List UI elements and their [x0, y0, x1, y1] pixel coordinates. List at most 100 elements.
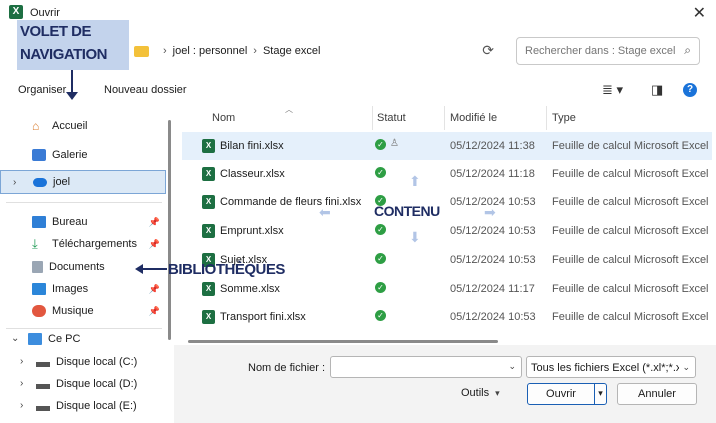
preview-pane-icon[interactable]: ◨ — [651, 82, 663, 98]
file-name: Classeur.xlsx — [220, 168, 285, 180]
pin-icon[interactable]: 📌 — [149, 306, 160, 317]
breadcrumb-item-stage-excel[interactable]: Stage excel — [263, 45, 320, 57]
table-row[interactable]: X Bilan fini.xlsx ✓ ♙ 05/12/2024 11:38 F… — [182, 132, 712, 160]
gallery-icon — [32, 149, 46, 161]
filename-input[interactable] — [337, 360, 505, 374]
table-row[interactable]: X Classeur.xlsx ✓ 05/12/2024 11:18 Feuil… — [182, 160, 712, 188]
open-dropdown-icon[interactable]: ▾ — [594, 383, 606, 405]
nav-item-desktop[interactable]: Bureau 📌 — [0, 210, 166, 234]
excel-icon: X — [9, 5, 23, 19]
nav-item-drive-d[interactable]: › Disque local (D:) — [0, 372, 166, 396]
chevron-right-icon[interactable]: › — [13, 177, 16, 188]
organize-button[interactable]: Organiser — [18, 84, 66, 96]
column-separator[interactable] — [444, 106, 445, 130]
cancel-button[interactable]: Annuler — [617, 383, 697, 405]
arrow-up-icon: ⬆ — [409, 173, 421, 189]
table-row[interactable]: X Emprunt.xlsx ✓ 05/12/2024 10:53 Feuill… — [182, 217, 712, 245]
chevron-down-icon[interactable]: ⌄ — [11, 333, 19, 344]
file-date: 05/12/2024 10:53 — [450, 254, 536, 266]
annotation-nav-line2: NAVIGATION — [20, 46, 107, 63]
file-type-value: Tous les fichiers Excel (*.xl*;*.xlsx — [531, 362, 679, 374]
file-type: Feuille de calcul Microsoft Excel — [552, 168, 709, 180]
synced-status-icon: ✓ — [375, 310, 386, 321]
excel-file-icon: X — [202, 224, 215, 238]
scrollbar-thumb[interactable] — [168, 120, 171, 340]
annotation-arrow — [143, 268, 167, 270]
file-type: Feuille de calcul Microsoft Excel — [552, 283, 709, 295]
desktop-icon — [32, 216, 46, 228]
search-input[interactable] — [525, 43, 675, 59]
chevron-right-icon: › — [163, 45, 167, 57]
new-folder-button[interactable]: Nouveau dossier — [104, 84, 187, 96]
nav-item-drive-c[interactable]: › Disque local (C:) — [0, 350, 166, 374]
nav-item-downloads[interactable]: ⤓ Téléchargements 📌 — [0, 232, 166, 256]
annotation-nav-line1: VOLET DE — [20, 23, 92, 40]
synced-status-icon: ✓ — [375, 224, 386, 235]
pin-icon[interactable]: 📌 — [149, 284, 160, 295]
open-label: Ouvrir — [546, 388, 576, 400]
file-type-select[interactable]: Tous les fichiers Excel (*.xl*;*.xlsx ⌄ — [526, 356, 696, 378]
tools-menu[interactable]: Outils ▾ — [461, 387, 500, 399]
nav-item-label: Galerie — [52, 149, 88, 161]
column-header-status[interactable]: Statut — [377, 106, 406, 130]
nav-item-this-pc[interactable]: ⌄ Ce PC — [0, 327, 166, 351]
nav-item-label: Téléchargements — [52, 238, 137, 250]
drive-icon — [36, 405, 50, 411]
column-header-name[interactable]: Nom — [212, 106, 235, 130]
nav-item-label: Accueil — [52, 120, 88, 132]
breadcrumb[interactable]: › joel : personnel › Stage excel ⟳ — [128, 37, 506, 65]
close-icon[interactable]: ✕ — [693, 3, 706, 23]
chevron-down-icon: ▾ — [495, 388, 500, 398]
table-row[interactable]: X Transport fini.xlsx ✓ 05/12/2024 10:53… — [182, 303, 712, 331]
view-menu-icon[interactable]: ≣ ▾ — [602, 82, 623, 98]
cloud-icon — [33, 177, 47, 187]
annotation-libraries: BIBLIOTHÈQUES — [168, 261, 285, 278]
nav-item-home[interactable]: ⌂ Accueil — [0, 114, 166, 138]
column-separator[interactable] — [546, 106, 547, 130]
filename-field[interactable]: ⌄ — [330, 356, 522, 378]
navigation-pane: ⌂ Accueil Galerie › joel Bureau 📌 ⤓ Télé… — [0, 106, 174, 423]
chevron-down-icon[interactable]: ⌄ — [682, 362, 690, 373]
chevron-right-icon[interactable]: › — [20, 400, 23, 411]
nav-item-joel[interactable]: › joel — [0, 170, 166, 194]
home-icon: ⌂ — [32, 119, 40, 133]
chevron-right-icon[interactable]: › — [20, 378, 23, 389]
help-icon[interactable]: ? — [683, 83, 697, 97]
arrow-right-icon: ➡ — [484, 204, 496, 220]
column-separator[interactable] — [372, 106, 373, 130]
file-type: Feuille de calcul Microsoft Excel — [552, 311, 709, 323]
column-header-modified[interactable]: Modifié le — [450, 106, 497, 130]
pin-icon[interactable]: 📌 — [149, 217, 160, 228]
shared-person-icon: ♙ — [390, 138, 399, 149]
chevron-down-icon[interactable]: ⌄ — [508, 361, 516, 372]
nav-item-gallery[interactable]: Galerie — [0, 143, 166, 167]
nav-item-label: Bureau — [52, 216, 88, 228]
refresh-icon[interactable]: ⟳ — [482, 42, 494, 59]
breadcrumb-item-personal[interactable]: joel : personnel — [173, 45, 248, 57]
search-box[interactable]: ⌕ — [516, 37, 700, 65]
nav-item-music[interactable]: Musique 📌 — [0, 299, 166, 323]
chevron-right-icon[interactable]: › — [20, 356, 23, 367]
tools-label: Outils — [461, 387, 490, 399]
nav-item-label: Images — [52, 283, 89, 295]
synced-status-icon: ✓ — [375, 253, 386, 264]
drive-icon — [36, 383, 50, 389]
horizontal-scrollbar[interactable] — [182, 338, 712, 344]
file-name: Transport fini.xlsx — [220, 311, 306, 323]
pin-icon[interactable]: 📌 — [149, 239, 160, 250]
scrollbar-thumb[interactable] — [188, 340, 498, 343]
file-type: Feuille de calcul Microsoft Excel — [552, 254, 709, 266]
annotation-arrowhead — [135, 264, 143, 274]
search-icon[interactable]: ⌕ — [684, 43, 691, 58]
column-header-type[interactable]: Type — [552, 106, 576, 130]
excel-file-icon: X — [202, 139, 215, 153]
nav-item-pictures[interactable]: Images 📌 — [0, 277, 166, 301]
file-date: 05/12/2024 11:17 — [450, 283, 535, 295]
nav-item-label: Documents — [49, 261, 105, 273]
excel-file-icon: X — [202, 167, 215, 181]
nav-item-drive-e[interactable]: › Disque local (E:) — [0, 394, 166, 418]
table-row[interactable]: X Somme.xlsx ✓ 05/12/2024 11:17 Feuille … — [182, 275, 712, 303]
sort-ascending-icon: ︿ — [285, 105, 293, 114]
excel-file-icon: X — [202, 310, 215, 324]
table-row[interactable]: X Commande de fleurs fini.xlsx ✓ 05/12/2… — [182, 188, 712, 216]
